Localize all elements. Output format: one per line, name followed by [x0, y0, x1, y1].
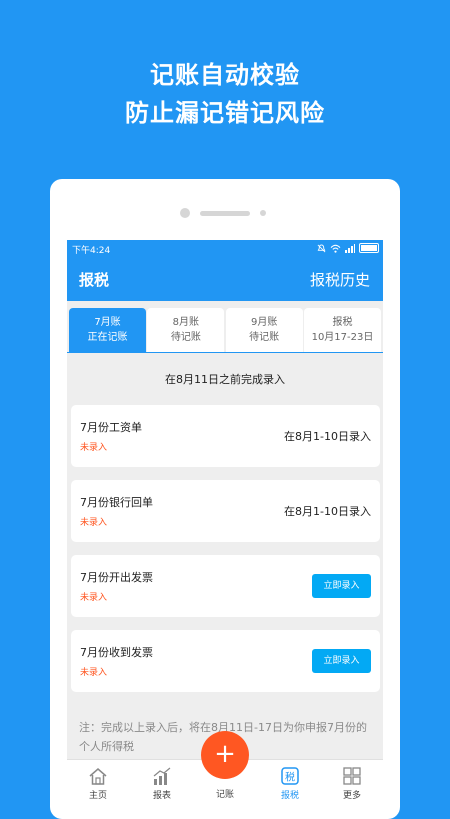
nav-more-label: 更多 [342, 791, 361, 801]
tab-august-month: 8月账 [172, 317, 200, 328]
headline-line-2: 防止漏记错记风险 [125, 99, 325, 127]
tab-august-status: 待记账 [170, 332, 201, 343]
enter-now-button-received[interactable]: 立即录入 [312, 649, 371, 673]
app-bar: 报税 报税历史 [67, 258, 383, 301]
page-title: 报税 [79, 271, 110, 289]
status-icons [317, 243, 379, 253]
nav-record-label: 记账 [215, 790, 234, 800]
tax-icon: 税 [281, 767, 299, 785]
signal-icon [345, 243, 355, 253]
card-payroll-state: 未录入 [80, 443, 108, 453]
tab-july[interactable]: 7月账 正在记账 [69, 308, 146, 352]
card-payroll[interactable]: 7月份工资单 未录入 在8月1-10日录入 [71, 405, 380, 467]
card-received-invoice[interactable]: 7月份收到发票 未录入 立即录入 [71, 630, 380, 692]
nav-tax[interactable]: 税 报税 [260, 760, 320, 819]
camera-dot [180, 208, 190, 218]
phone-frame: 下午4:24 报税 报税历史 7月账 正在记账 8月账 待记账 9月账 待记账 … [50, 179, 400, 819]
deadline-text: 在8月11日之前完成录入 [165, 373, 285, 386]
card-payroll-name: 7月份工资单 [80, 421, 142, 434]
tab-tax-filing-period: 10月17-23日 [311, 332, 374, 343]
headline-line-1: 记账自动校验 [150, 61, 300, 89]
card-issued-invoice-state: 未录入 [80, 593, 108, 603]
app-screen: 下午4:24 报税 报税历史 7月账 正在记账 8月账 待记账 9月账 待记账 … [67, 240, 383, 819]
status-bar: 下午4:24 [67, 240, 383, 258]
card-issued-invoice-name: 7月份开出发票 [80, 571, 153, 584]
sensor-dot [260, 210, 266, 216]
card-issued-invoice[interactable]: 7月份开出发票 未录入 立即录入 [71, 555, 380, 617]
nav-report[interactable]: 报表 [132, 760, 192, 819]
nav-more[interactable]: 更多 [322, 760, 382, 819]
speaker-slot [200, 211, 250, 216]
chart-icon [153, 767, 171, 785]
card-received-invoice-state: 未录入 [80, 668, 108, 678]
nav-home-label: 主页 [88, 791, 107, 801]
tab-september-month: 9月账 [250, 317, 278, 328]
tax-history-link[interactable]: 报税历史 [310, 269, 370, 290]
nav-tax-label: 报税 [280, 791, 299, 801]
tab-tax-filing[interactable]: 报税 10月17-23日 [303, 308, 381, 352]
tab-july-status: 正在记账 [87, 332, 128, 343]
tab-august[interactable]: 8月账 待记账 [147, 308, 225, 352]
svg-text:税: 税 [285, 771, 295, 784]
add-record-button[interactable]: + [201, 731, 249, 779]
card-bank-receipt-state: 未录入 [80, 518, 108, 528]
mute-icon [317, 243, 326, 252]
enter-now-button-issued[interactable]: 立即录入 [312, 574, 371, 598]
card-payroll-schedule: 在8月1-10日录入 [284, 430, 371, 443]
card-bank-receipt-schedule: 在8月1-10日录入 [284, 505, 371, 518]
nav-report-label: 报表 [152, 791, 171, 801]
tab-underline [67, 352, 383, 353]
tab-july-month: 7月账 [94, 317, 121, 328]
card-bank-receipt[interactable]: 7月份银行回单 未录入 在8月1-10日录入 [71, 480, 380, 542]
wifi-icon [330, 244, 341, 253]
tab-tax-filing-title: 报税 [332, 317, 353, 328]
month-tabs: 7月账 正在记账 8月账 待记账 9月账 待记账 报税 10月17-23日 [67, 308, 383, 352]
grid-icon [343, 767, 361, 785]
card-received-invoice-name: 7月份收到发票 [80, 646, 153, 659]
card-bank-receipt-name: 7月份银行回单 [80, 496, 153, 509]
home-icon [89, 768, 107, 785]
tab-september[interactable]: 9月账 待记账 [225, 308, 303, 352]
tab-september-status: 待记账 [249, 332, 280, 343]
battery-icon [359, 243, 379, 253]
nav-home[interactable]: 主页 [68, 760, 128, 819]
status-time: 下午4:24 [72, 246, 111, 256]
